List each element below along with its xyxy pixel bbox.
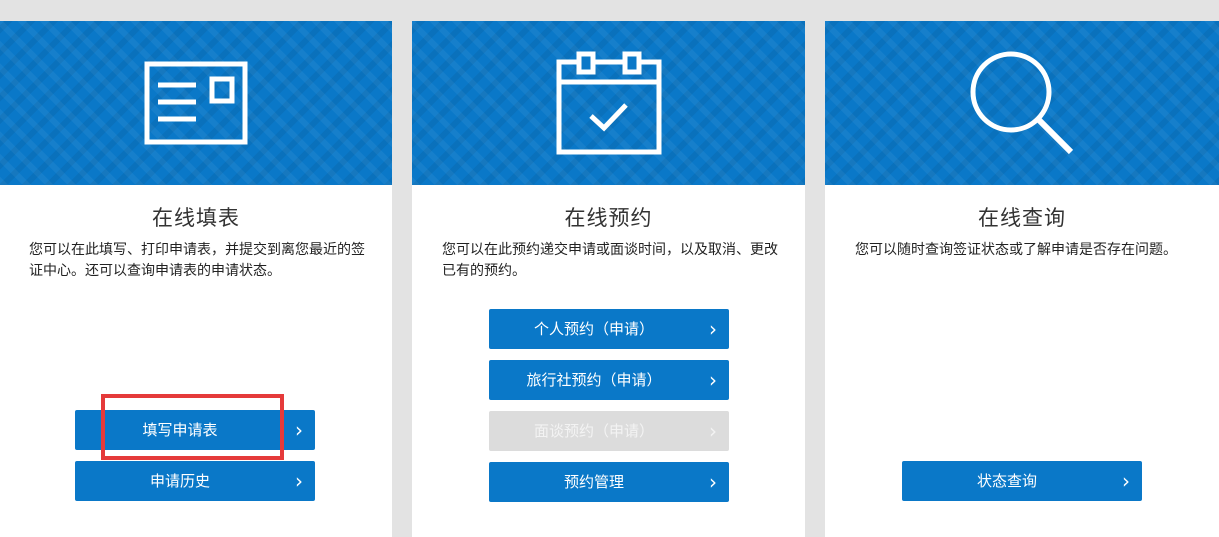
card-description: 您可以随时查询签证状态或了解申请是否存在问题。 (855, 242, 1177, 258)
search-icon (970, 51, 1074, 155)
interview-appointment-button: 面谈预约（申请） › (489, 411, 729, 451)
application-history-button[interactable]: 申请历史 › (75, 461, 315, 501)
card-description: 您可以在此填写、打印申请表，并提交到离您最近的签证中心。还可以查询申请表的申请状… (29, 242, 365, 279)
chevron-right-icon: › (709, 419, 717, 443)
button-label: 面谈预约（申请） (533, 422, 654, 440)
button-label: 申请历史 (149, 472, 210, 490)
online-appointment-card: 在线预约 您可以在此预约递交申请或面谈时间，以及取消、更改已有的预约。 个人预约… (412, 21, 805, 537)
chevron-right-icon: › (295, 418, 303, 442)
button-label: 旅行社预约（申请） (526, 371, 662, 389)
chevron-right-icon: › (709, 317, 717, 341)
online-query-card: 在线查询 您可以随时查询签证状态或了解申请是否存在问题。 状态查询 › (825, 21, 1219, 537)
fill-application-button[interactable]: 填写申请表 › (75, 410, 315, 450)
button-label: 状态查询 (976, 472, 1037, 490)
personal-appointment-button[interactable]: 个人预约（申请） › (489, 309, 729, 349)
card-title: 在线查询 (978, 206, 1066, 230)
online-appointment-banner (412, 21, 805, 185)
application-form-icon (144, 61, 248, 145)
online-query-banner (825, 21, 1219, 185)
button-label: 个人预约（申请） (533, 320, 654, 338)
button-label: 填写申请表 (142, 421, 218, 439)
chevron-right-icon: › (295, 469, 303, 493)
card-description: 您可以在此预约递交申请或面谈时间，以及取消、更改已有的预约。 (442, 242, 778, 279)
button-label: 预约管理 (563, 473, 624, 491)
card-title: 在线填表 (152, 206, 240, 230)
manage-appointment-button[interactable]: 预约管理 › (489, 462, 729, 502)
calendar-check-icon (556, 51, 661, 155)
card-title: 在线预约 (564, 206, 653, 230)
chevron-right-icon: › (709, 470, 717, 494)
online-form-card: 在线填表 您可以在此填写、打印申请表，并提交到离您最近的签证中心。还可以查询申请… (0, 21, 392, 537)
chevron-right-icon: › (1122, 469, 1130, 493)
status-query-button[interactable]: 状态查询 › (902, 461, 1142, 501)
travel-agency-appointment-button[interactable]: 旅行社预约（申请） › (489, 360, 729, 400)
chevron-right-icon: › (709, 368, 717, 392)
online-form-banner (0, 21, 392, 185)
